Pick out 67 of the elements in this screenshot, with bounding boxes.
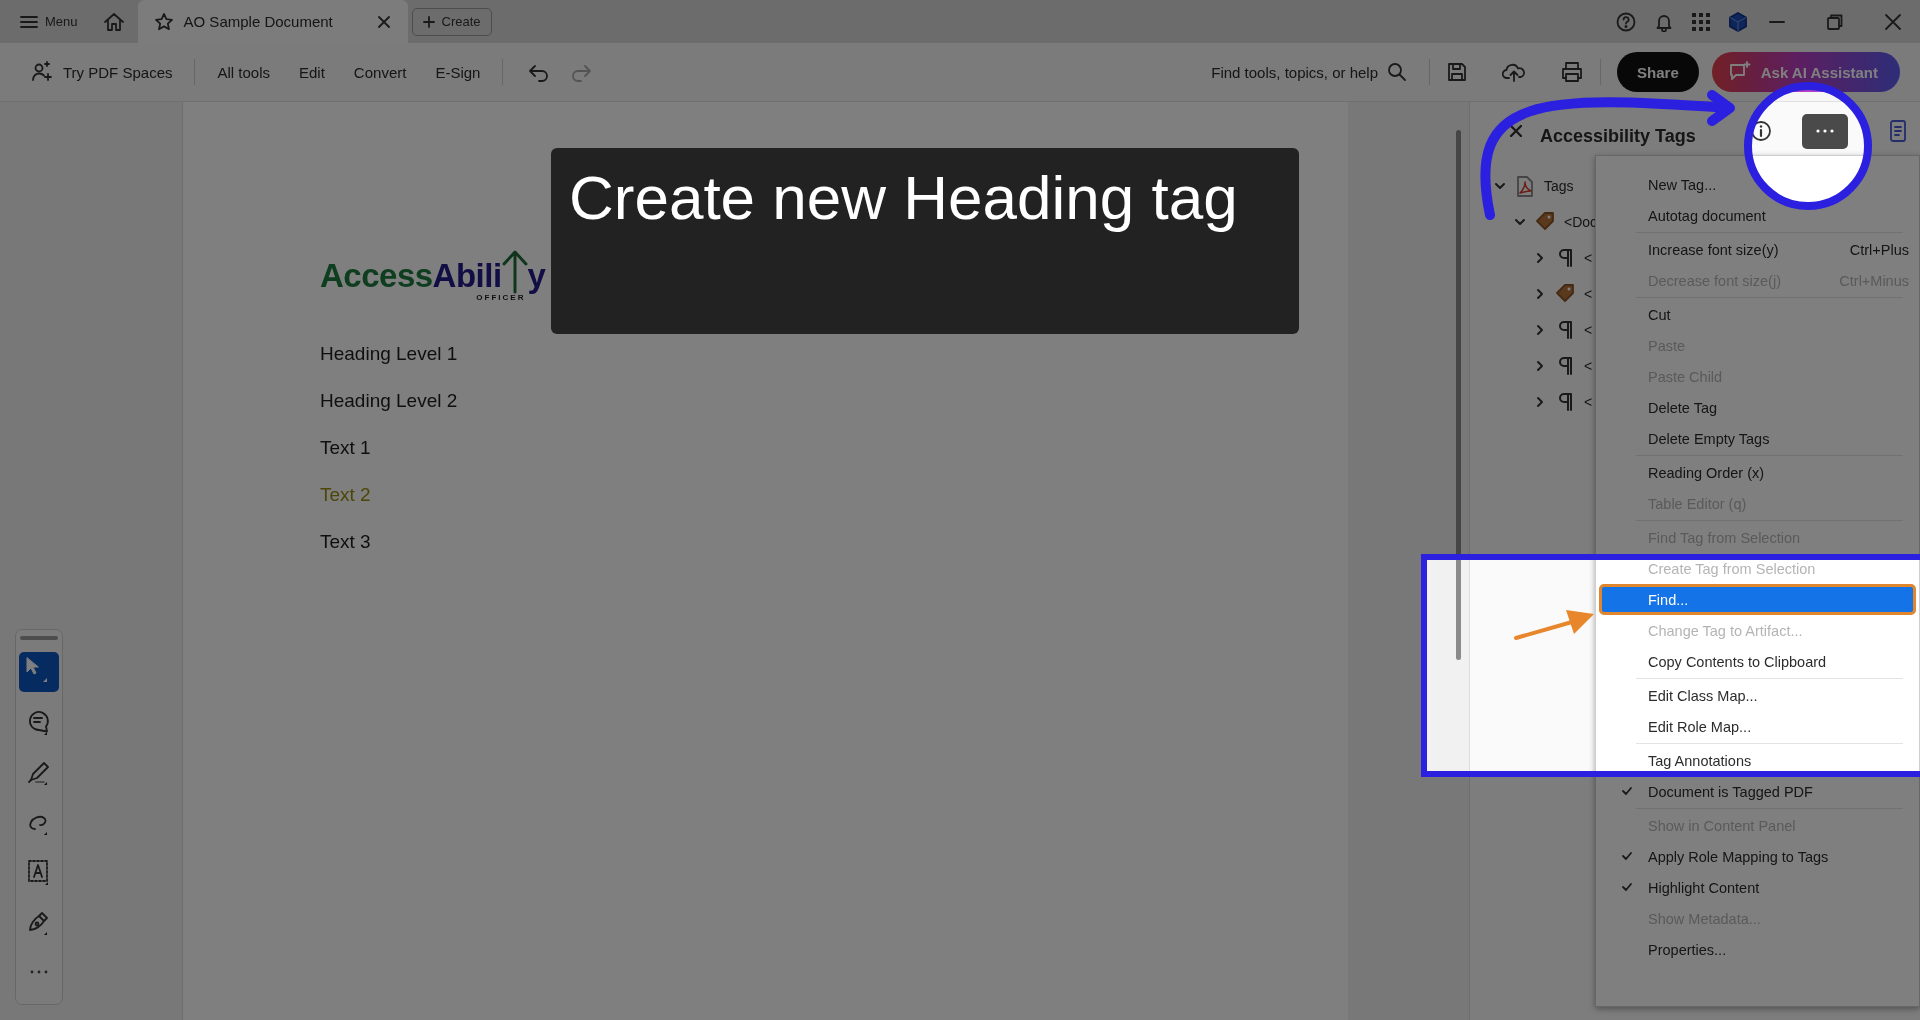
toolbar-button[interactable]: Convert [347,58,413,86]
assistant-button[interactable]: Ask AI Assistant [1711,52,1900,92]
tag-icon [1554,283,1576,305]
logo: AccessAbili y OFFICER [320,248,546,302]
home-icon[interactable] [101,10,126,33]
document-text: Text 3 [320,530,371,554]
chevron-icon[interactable] [1534,396,1546,408]
restore-icon[interactable] [1826,12,1844,31]
chat-sparkle-icon [1727,61,1752,83]
menu-button[interactable]: Menu [14,10,84,33]
spaces-button[interactable]: Try PDF Spaces [24,55,179,89]
search-icon [1387,62,1408,82]
scrollbar[interactable] [1456,130,1461,660]
caption: Create new Heading tag [551,148,1299,334]
menu-item[interactable]: Find... [1599,584,1916,615]
toolbar-button[interactable]: Edit [293,58,331,86]
create-button[interactable]: Create [411,7,492,36]
chevron-icon[interactable] [1514,216,1526,228]
menu-item[interactable]: Document is Tagged PDF [1596,776,1919,807]
save-icon[interactable] [1446,61,1469,83]
document-text: Text 2 [320,483,371,507]
cube-icon[interactable] [1728,11,1748,32]
tag-icon [1534,211,1556,233]
help-icon[interactable] [1616,11,1636,32]
plus-icon [422,15,435,28]
search-button[interactable]: Find tools, topics, or help [1205,57,1414,87]
close-icon[interactable] [1510,125,1522,137]
panel-title: Accessibility Tags [1540,125,1696,147]
toolbar-button[interactable]: E-Sign [429,58,487,86]
shortcut-text: Ctrl+Plus [1849,241,1909,258]
chevron-icon[interactable] [1534,252,1546,264]
menu-item[interactable]: Properties... [1596,934,1919,965]
share-button[interactable]: Share [1617,52,1699,92]
tree-label[interactable]: <Doc [1564,214,1598,230]
tree-label[interactable]: < [1584,250,1593,266]
document-text: Heading Level 1 [320,342,458,366]
document-text: Heading Level 2 [320,389,458,413]
more-button[interactable] [1802,113,1848,149]
menu-item[interactable]: Edit Role Map... [1596,711,1919,742]
menu-item[interactable]: Apply Role Mapping to Tags [1596,841,1919,872]
chevron-icon[interactable] [1534,360,1546,372]
document-text: Text 1 [320,436,371,460]
menu-item[interactable]: Copy Contents to Clipboard [1596,646,1919,677]
toolbar-button[interactable]: All tools [211,58,276,86]
tree-label[interactable]: < [1584,286,1593,302]
tree-label[interactable]: < [1584,322,1593,338]
menu-icon [20,14,38,29]
star-icon [153,11,174,32]
chevron-icon[interactable] [1494,180,1506,192]
tree-label[interactable]: Tags [1544,178,1574,194]
more-icon [30,970,48,974]
menu-item[interactable]: Edit Class Map... [1596,680,1919,711]
document-tab[interactable]: AO Sample Document [137,0,408,43]
pdf-file-icon [1514,175,1536,197]
more-icon [1815,128,1835,134]
close-icon[interactable] [377,15,390,28]
apps-grid-icon[interactable] [1692,12,1710,31]
menu-item[interactable]: Highlight Content [1596,872,1919,903]
tree-label[interactable]: < [1584,358,1593,374]
tree-label[interactable]: < [1584,394,1593,410]
close-icon[interactable] [1884,12,1902,31]
upload-icon[interactable] [1502,61,1527,83]
tool-button[interactable] [19,652,59,692]
info-icon[interactable] [1750,120,1772,142]
chevron-icon[interactable] [1534,324,1546,336]
chevron-icon[interactable] [1534,288,1546,300]
print-icon[interactable] [1560,61,1585,83]
